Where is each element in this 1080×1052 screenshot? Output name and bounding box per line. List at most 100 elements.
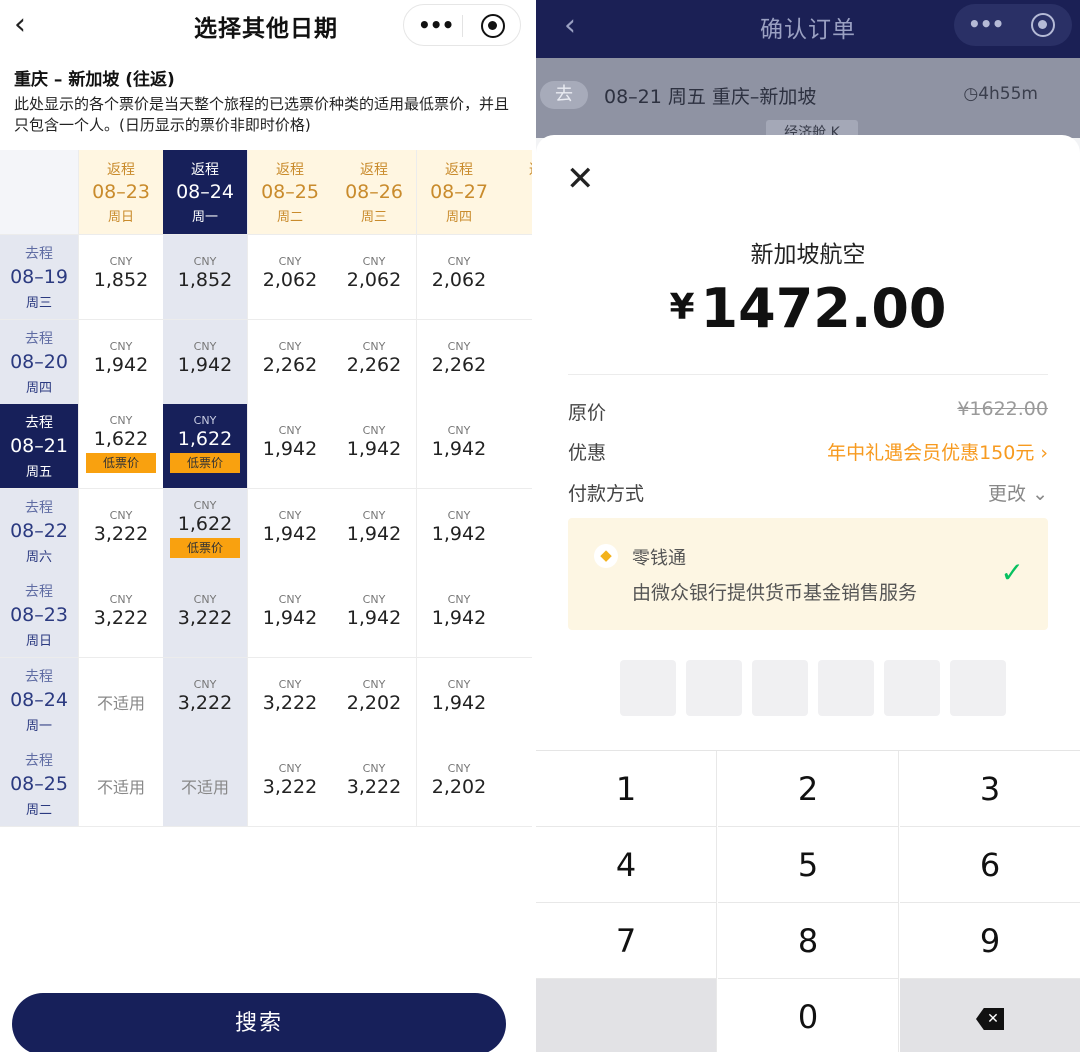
fare-cell[interactable]: CNY2, [501,320,532,405]
search-button[interactable]: 搜索 [12,993,506,1052]
keypad-key-3[interactable]: 3 [900,751,1080,827]
payment-amount: ¥1472.00 [536,277,1080,340]
return-label: 返程 [360,162,388,178]
keypad-key-1[interactable]: 1 [536,751,717,827]
keypad-key-7[interactable]: 7 [536,903,717,979]
return-date-header[interactable]: 返程08 周 [501,150,532,235]
outbound-label: 去程 [25,669,53,685]
return-weekday: 周三 [360,210,387,225]
fare-cell[interactable]: CNY 1,852 [79,235,164,320]
fare-calendar-grid: 返程 08–23 周日 返程 08–24 周一 返程 08–25 周二 返程 08–26 周三 返程 08… [0,150,532,827]
fare-cell[interactable]: CNY 2,062 [332,235,417,320]
fare-cell[interactable]: CNY 2,062 [248,235,333,320]
fare-cell[interactable]: CNY2, [501,742,532,827]
fare-cell[interactable]: CNY 1,942 [332,489,417,574]
keypad-key-2[interactable]: 2 [718,751,899,827]
fare-cell[interactable]: CNY 1,942 [332,404,417,489]
outbound-date-header[interactable]: 去程 08–19 周三 [0,235,79,320]
fare-cell[interactable]: CNY 2,202 [332,658,417,743]
fare-amount: 2,262 [346,354,402,376]
fare-amount: 1,942 [431,607,487,629]
target-circle-icon[interactable] [1031,13,1055,37]
fare-cell[interactable]: CNY 1,622 低票价 [163,489,248,574]
return-weekday: 周 [501,206,532,225]
fare-cell[interactable]: CNY 1,622 低票价 [163,404,248,489]
discount-value[interactable]: 年中礼遇会员优惠150元 › [827,438,1048,465]
currency-label: CNY [447,678,471,691]
close-icon[interactable]: ✕ [566,159,595,199]
fare-cell[interactable]: CNY 3,222 [163,658,248,743]
fare-unavailable: 不适用 [180,778,229,797]
fare-cell[interactable]: CNY 3,222 [332,742,417,827]
payment-method-label: 付款方式 [568,483,645,505]
keypad-key-0[interactable]: 0 [718,979,899,1052]
fare-cell[interactable]: CNY 2,062 [417,235,502,320]
fare-cell[interactable]: CNY 2,202 [417,742,502,827]
pin-box [686,660,742,716]
outbound-date-header[interactable]: 去程 08–25 周二 [0,742,79,827]
outbound-date-header[interactable]: 去程 08–20 周四 [0,320,79,405]
currency-label: CNY [501,678,533,691]
fare-cell[interactable]: CNY 1,942 [417,404,502,489]
fare-cell[interactable]: CNY 1,622 低票价 [79,404,164,489]
fare-cell[interactable]: CNY 3,222 [163,573,248,658]
pin-box [752,660,808,716]
change-method-link[interactable]: 更改 ⌄ [988,479,1048,506]
fare-cell[interactable]: CNY2, [501,658,532,743]
outbound-date-header[interactable]: 去程 08–23 周日 [0,573,79,658]
fare-cell[interactable]: CNY 1,942 [417,573,502,658]
delete-key[interactable]: ✕ [900,979,1080,1052]
more-dots-icon[interactable]: ••• [968,12,1004,36]
return-date-header[interactable]: 返程 08–25 周二 [248,150,333,235]
outbound-label: 去程 [25,415,53,431]
outbound-label: 去程 [25,753,53,769]
return-date: 08–23 [92,181,150,203]
keypad-key-6[interactable]: 6 [900,827,1080,903]
more-dots-icon[interactable]: ••• [418,13,454,37]
keypad-key-5[interactable]: 5 [718,827,899,903]
fare-cell[interactable]: CNY 3,222 [79,489,164,574]
fare-cell[interactable]: CNY 2,262 [417,320,502,405]
return-date-header[interactable]: 返程 08–27 周四 [417,150,502,235]
fare-cell[interactable]: CNY 1,942 [248,573,333,658]
fare-cell[interactable]: CNY2, [501,404,532,489]
keypad-key-9[interactable]: 9 [900,903,1080,979]
currency-label: CNY [193,255,217,268]
fare-cell: 不适用 [79,742,164,827]
discount-row[interactable]: 优惠 年中礼遇会员优惠150元 › [568,438,1048,465]
outbound-date-header[interactable]: 去程 08–22 周六 [0,489,79,574]
outbound-date-header[interactable]: 去程 08–24 周一 [0,658,79,743]
fare-cell[interactable]: CNY 1,942 [332,573,417,658]
fare-unavailable: 不适用 [96,694,145,713]
fare-cell[interactable]: CNY 1,942 [248,404,333,489]
fare-cell[interactable]: CNY 2,262 [248,320,333,405]
fare-amount: 1,622 [93,428,149,450]
fare-cell[interactable]: CNY 1,942 [163,320,248,405]
fare-cell[interactable]: CNY2, [501,489,532,574]
return-date-header[interactable]: 返程 08–24 周一 [163,150,248,235]
return-date-header[interactable]: 返程 08–26 周三 [332,150,417,235]
fare-cell[interactable]: CNY 1,942 [248,489,333,574]
fare-cell[interactable]: CNY 1,942 [417,489,502,574]
fare-cell[interactable]: CNY 3,222 [248,658,333,743]
fare-cell[interactable]: CNY 1,942 [417,658,502,743]
fare-cell[interactable]: CNY2, [501,235,532,320]
currency-label: CNY [109,340,133,353]
target-circle-icon[interactable] [481,14,505,38]
fare-cell[interactable]: CNY 2,262 [332,320,417,405]
fare-cell[interactable]: CNY 3,222 [248,742,333,827]
currency-label: CNY [109,255,133,268]
keypad-key-8[interactable]: 8 [718,903,899,979]
fare-cell[interactable]: CNY 3,222 [79,573,164,658]
outbound-date-header[interactable]: 去程 08–21 周五 [0,404,79,489]
fund-name: 零钱通 [632,548,686,569]
fare-amount: 2, [501,523,532,545]
payment-option-lingqiantong[interactable]: ◆ 零钱通 由微众银行提供货币基金销售服务 ✓ [568,518,1048,630]
currency-label: CNY [278,340,302,353]
fare-cell[interactable]: CNY2, [501,573,532,658]
return-date-header[interactable]: 返程 08–23 周日 [79,150,164,235]
fare-cell[interactable]: CNY 1,852 [163,235,248,320]
fare-amount: 1,622 [177,428,233,450]
keypad-key-4[interactable]: 4 [536,827,717,903]
fare-cell[interactable]: CNY 1,942 [79,320,164,405]
